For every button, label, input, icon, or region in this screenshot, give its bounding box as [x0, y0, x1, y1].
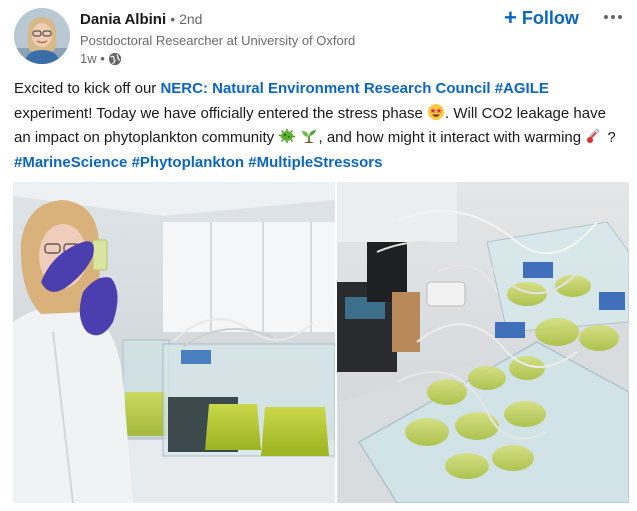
follow-button[interactable]: + Follow — [504, 5, 579, 31]
follow-label: Follow — [521, 7, 579, 28]
photo-right-image — [337, 182, 629, 503]
hashtag-phytoplankton[interactable]: #Phytoplankton — [132, 154, 245, 171]
post-text-segment: , and how might it interact with warming — [318, 129, 586, 146]
seedling-emoji-icon — [302, 130, 317, 143]
photo-left-image — [13, 182, 335, 503]
globe-icon — [108, 52, 121, 65]
hashtag-agile[interactable]: #AGILE — [495, 80, 549, 97]
mention-nerc[interactable]: NERC: Natural Environment Research Counc… — [160, 80, 490, 97]
ellipsis-icon — [604, 15, 608, 19]
more-options-button[interactable] — [598, 5, 628, 29]
author-avatar[interactable] — [14, 8, 70, 64]
hashtag-multiplestressors[interactable]: #MultipleStressors — [248, 154, 382, 171]
connection-degree: • 2nd — [170, 11, 203, 27]
post-text: Excited to kick off our NERC: Natural En… — [14, 77, 626, 175]
post-text-segment: ? — [603, 129, 616, 146]
post-text-segment: Excited to kick off our — [14, 80, 161, 97]
researcher-holding-vial-photo[interactable] — [13, 182, 335, 503]
post-time: 1w • — [80, 51, 105, 66]
thermometer-emoji-icon — [587, 128, 600, 143]
author-name[interactable]: Dania Albini — [80, 11, 166, 28]
post-meta: 1w • — [80, 50, 122, 67]
star-struck-emoji-icon — [428, 103, 445, 120]
author-name-row: Dania Albini • 2nd — [80, 9, 202, 30]
tanks-with-beakers-photo[interactable] — [337, 182, 629, 503]
avatar-image — [14, 8, 70, 64]
hashtag-marinescience[interactable]: #MarineScience — [14, 154, 127, 171]
plus-icon: + — [504, 5, 517, 30]
post-text-segment: experiment! Today we have officially ent… — [14, 104, 428, 122]
author-headline: Postdoctoral Researcher at University of… — [80, 33, 356, 48]
microbe-emoji-icon — [278, 129, 296, 143]
